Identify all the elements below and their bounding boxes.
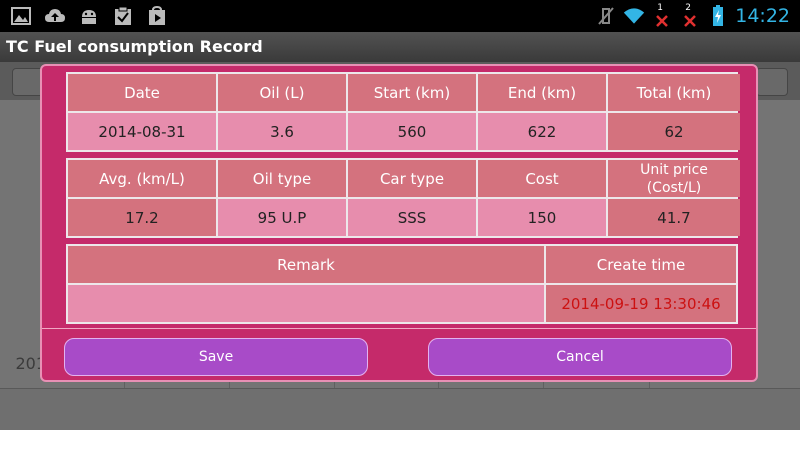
record-dialog: Date Oil (L) Start (km) End (km) Total (…	[40, 64, 758, 382]
end-km-value[interactable]: 622	[478, 113, 606, 150]
oil-value[interactable]: 3.6	[218, 113, 346, 150]
cost-value[interactable]: 150	[478, 199, 606, 236]
wifi-icon	[623, 5, 645, 27]
avg-header: Avg. (km/L)	[68, 160, 216, 197]
dialog-divider	[42, 328, 756, 329]
system-icons: 1 2 14:22	[595, 3, 790, 29]
save-button[interactable]: Save	[64, 338, 368, 376]
start-km-header: Start (km)	[348, 74, 476, 111]
oil-type-value[interactable]: 95 U.P	[218, 199, 346, 236]
cloud-upload-icon	[44, 5, 66, 27]
status-bar: 1 2 14:22	[0, 0, 800, 32]
android-icon	[78, 5, 100, 27]
record-grid-1: Date Oil (L) Start (km) End (km) Total (…	[66, 72, 740, 152]
sim1-label: 1	[657, 3, 663, 13]
play-store-icon	[146, 5, 168, 27]
notification-icons	[10, 5, 168, 27]
record-grid-2: Avg. (km/L) Oil type Car type Cost Unit …	[66, 158, 740, 238]
app-title: TC Fuel consumption Record	[6, 37, 263, 56]
cancel-button[interactable]: Cancel	[428, 338, 732, 376]
action-bar: TC Fuel consumption Record	[0, 32, 800, 62]
start-km-value[interactable]: 560	[348, 113, 476, 150]
battery-charging-icon	[707, 5, 729, 27]
avg-value: 17.2	[68, 199, 216, 236]
end-km-header: End (km)	[478, 74, 606, 111]
sim2-no-signal-icon: 2	[679, 3, 701, 27]
total-km-header: Total (km)	[608, 74, 740, 111]
clock: 14:22	[735, 5, 790, 27]
bottom-strip	[0, 430, 800, 450]
remark-input[interactable]	[68, 285, 544, 322]
create-time-header: Create time	[546, 246, 736, 283]
record-grid-3: Remark Create time 2014-09-19 13:30:46	[66, 244, 738, 324]
create-time-value: 2014-09-19 13:30:46	[546, 285, 736, 322]
car-type-header: Car type	[348, 160, 476, 197]
unit-price-header: Unit price (Cost/L)	[608, 160, 740, 197]
sim1-no-signal-icon: 1	[651, 3, 673, 27]
unit-price-value: 41.7	[608, 199, 740, 236]
sim2-label: 2	[685, 3, 691, 13]
oil-type-header: Oil type	[218, 160, 346, 197]
total-km-value: 62	[608, 113, 740, 150]
clipboard-check-icon	[112, 5, 134, 27]
remark-header: Remark	[68, 246, 544, 283]
oil-header: Oil (L)	[218, 74, 346, 111]
date-header: Date	[68, 74, 216, 111]
cost-header: Cost	[478, 160, 606, 197]
image-icon	[10, 5, 32, 27]
car-type-value[interactable]: SSS	[348, 199, 476, 236]
vibrate-off-icon	[595, 5, 617, 27]
date-value[interactable]: 2014-08-31	[68, 113, 216, 150]
